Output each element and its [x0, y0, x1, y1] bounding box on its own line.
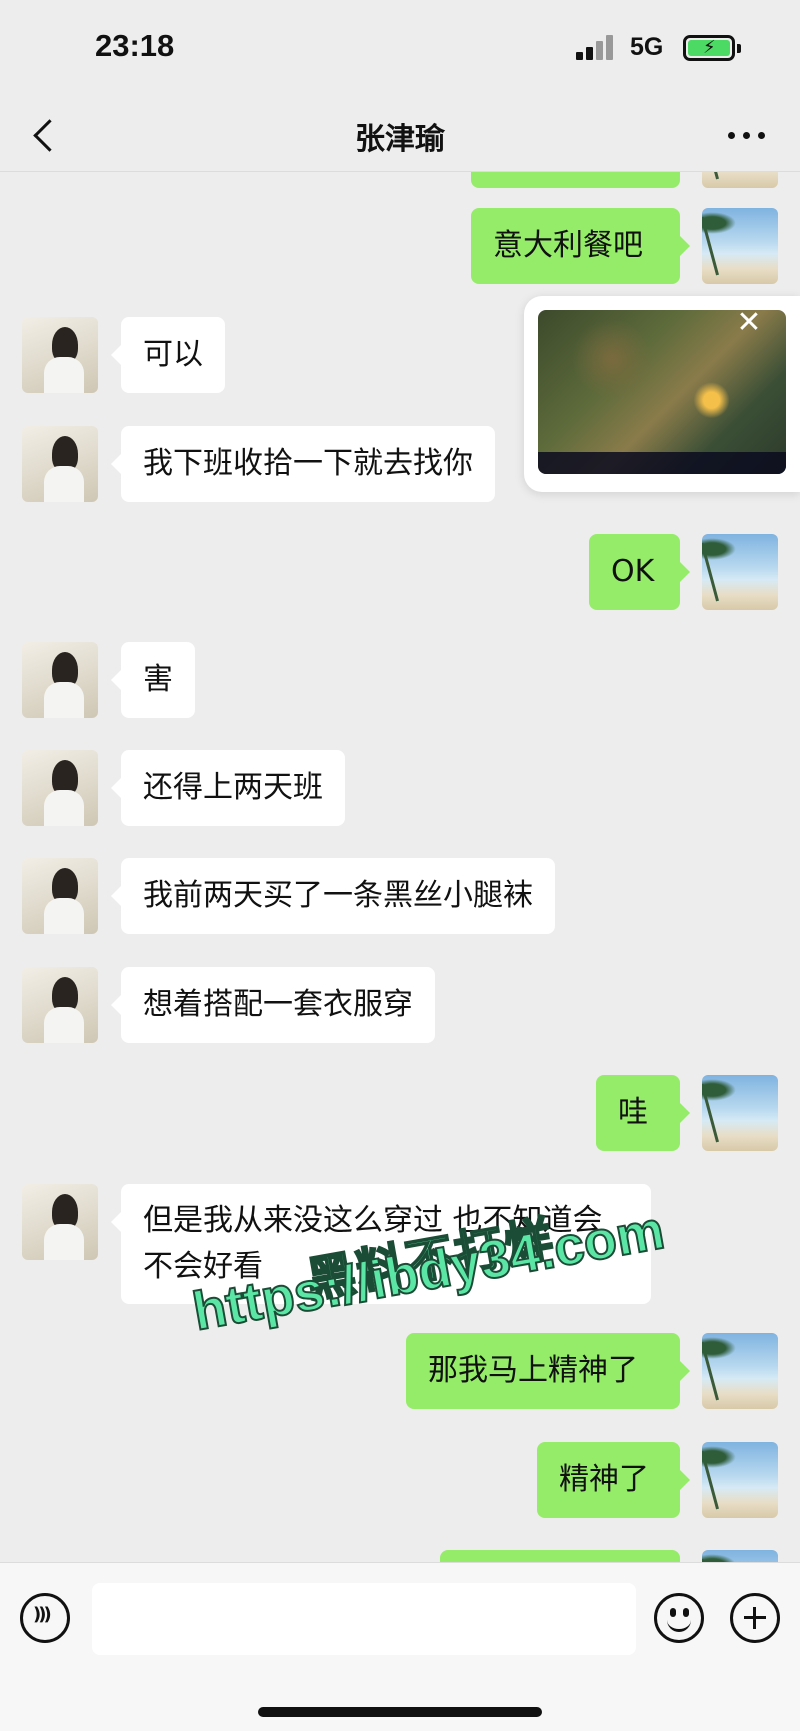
my-avatar[interactable] [702, 1442, 778, 1518]
message-bubble: 想着搭配一套衣服穿 [111, 967, 435, 1043]
my-avatar[interactable] [702, 1550, 778, 1562]
plus-icon[interactable] [730, 1593, 780, 1643]
message-bubble-partial [440, 1550, 680, 1562]
network-type: 5G [630, 33, 664, 61]
contact-avatar[interactable] [22, 967, 98, 1043]
input-bar [0, 1562, 800, 1731]
message-bubble: OK [589, 534, 690, 610]
message-bubble: 可以 [111, 317, 225, 393]
message-bubble: 我前两天买了一条黑丝小腿袜 [111, 858, 555, 934]
voice-icon[interactable] [20, 1593, 70, 1643]
home-indicator [258, 1707, 542, 1717]
contact-avatar[interactable] [22, 750, 98, 826]
video-info-bar [538, 452, 786, 474]
my-avatar[interactable] [702, 1333, 778, 1409]
message-bubble-partial [471, 172, 680, 188]
message-bubble: 哇 [596, 1075, 690, 1151]
signal-icon [576, 34, 618, 60]
message-bubble: 我下班收拾一下就去找你 [111, 426, 495, 502]
status-bar: 23:18 5G ⚡ [0, 0, 800, 100]
my-avatar[interactable] [702, 1075, 778, 1151]
message-bubble: 意大利餐吧 [471, 208, 690, 284]
emoji-icon[interactable] [654, 1593, 704, 1643]
message-bubble: 那我马上精神了 [406, 1333, 690, 1409]
close-icon[interactable]: ✕ [734, 308, 764, 338]
message-bubble: 精神了 [537, 1442, 690, 1518]
floating-video-window[interactable]: ✕ [524, 296, 800, 492]
my-avatar[interactable] [702, 534, 778, 610]
my-avatar[interactable] [702, 208, 778, 284]
status-time: 23:18 [95, 28, 175, 63]
my-avatar[interactable] [702, 172, 778, 188]
battery-charging-icon: ⚡ [683, 35, 735, 61]
message-input[interactable] [92, 1583, 636, 1655]
contact-avatar[interactable] [22, 426, 98, 502]
contact-avatar[interactable] [22, 317, 98, 393]
more-dots-icon[interactable] [728, 132, 768, 142]
chat-title: 张津瑜 [355, 122, 445, 157]
contact-avatar[interactable] [22, 642, 98, 718]
contact-avatar[interactable] [22, 1184, 98, 1260]
chat-header: 张津瑜 [0, 100, 800, 172]
battery-cap [737, 44, 741, 53]
message-bubble: 害 [111, 642, 195, 718]
message-bubble: 还得上两天班 [111, 750, 345, 826]
contact-avatar[interactable] [22, 858, 98, 934]
